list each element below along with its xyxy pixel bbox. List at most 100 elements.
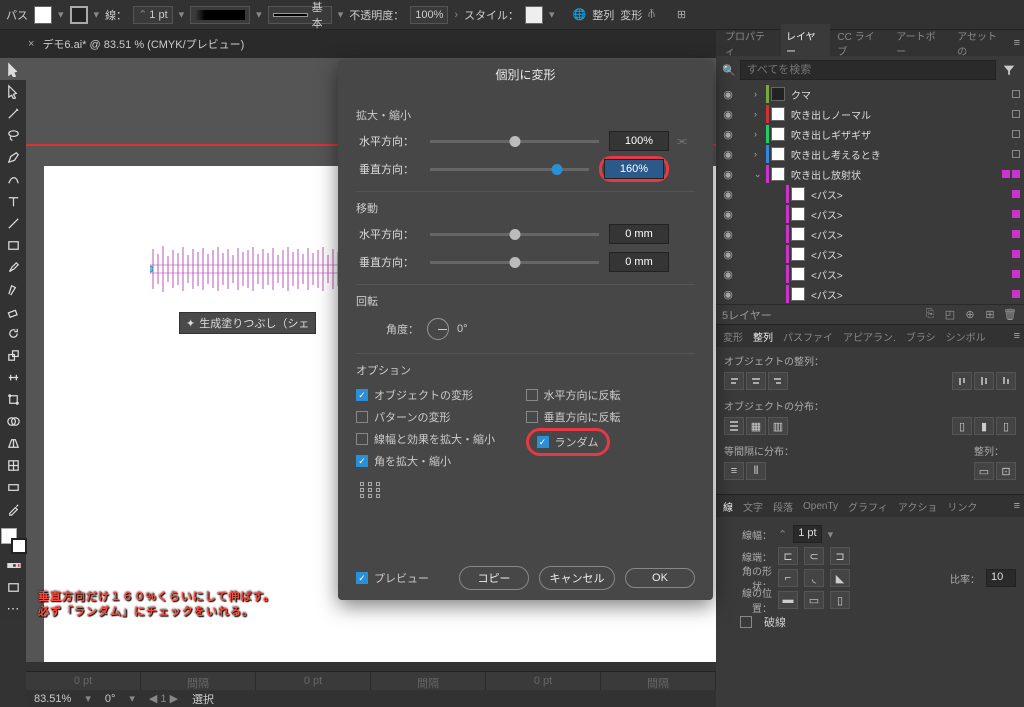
align-stroke-inside-icon[interactable]: ▭ [804, 591, 824, 609]
layer-row[interactable]: ◉›吹き出しギザギザ [716, 124, 1024, 144]
layer-search-input[interactable] [740, 60, 996, 80]
move-v-slider[interactable] [430, 261, 599, 264]
miter-ratio-value[interactable]: 10 [986, 569, 1016, 587]
pen-tool[interactable] [0, 146, 26, 168]
new-layer-icon[interactable]: ⊞ [982, 308, 998, 321]
line-tool[interactable] [0, 212, 26, 234]
width-tool[interactable] [0, 366, 26, 388]
free-transform-tool[interactable] [0, 388, 26, 410]
edit-toolbar[interactable]: ⋯ [0, 598, 26, 620]
align-stroke-outside-icon[interactable]: ▯ [830, 591, 850, 609]
tab-graphic-styles[interactable]: グラフィ [845, 497, 891, 516]
move-v-value[interactable]: 0 mm [609, 252, 669, 272]
mesh-tool[interactable] [0, 454, 26, 476]
align-link[interactable]: 整列 [592, 7, 614, 23]
color-mode[interactable] [0, 554, 26, 576]
opt-flip-h[interactable]: 水平方向に反転 [526, 384, 696, 406]
direct-select-tool[interactable] [0, 80, 26, 102]
dist-hcenter-icon[interactable]: ▮ [974, 417, 994, 435]
opt-transform-patterns[interactable]: パターンの変形 [356, 406, 526, 428]
prefs-icon[interactable]: ⊞ [677, 8, 686, 21]
transform-link[interactable]: 変形 [620, 7, 642, 23]
tab-layers[interactable]: レイヤー [781, 24, 830, 62]
cap-proj-icon[interactable]: ⊐ [830, 547, 850, 565]
tab-paragraph[interactable]: 段落 [770, 497, 796, 516]
fill-swatch[interactable] [34, 6, 52, 24]
reference-point[interactable] [360, 482, 695, 498]
new-sublayer-icon[interactable]: ⊕ [962, 308, 978, 321]
selection-tool[interactable] [0, 58, 26, 80]
tab-asset-export[interactable]: アセットの [952, 24, 1011, 62]
style-swatch[interactable] [525, 6, 543, 24]
align-right-icon[interactable] [768, 372, 788, 390]
isolate-icon[interactable]: ⫚ [648, 8, 655, 21]
layer-row[interactable]: ◉›吹き出しノーマル [716, 104, 1024, 124]
tab-close-icon[interactable]: × [28, 38, 34, 50]
perspective-tool[interactable] [0, 432, 26, 454]
dist-right-icon[interactable]: ▯ [996, 417, 1016, 435]
join-round-icon[interactable]: ◟ [804, 569, 824, 587]
rotate-value[interactable]: 0° [105, 693, 116, 705]
join-bevel-icon[interactable]: ◣ [830, 569, 850, 587]
stroke-weight-select[interactable]: ⌃1 pt [133, 6, 173, 24]
eraser-tool[interactable] [0, 300, 26, 322]
cap-round-icon[interactable]: ⊂ [804, 547, 824, 565]
context-taskbar[interactable]: ✦ 生成塗りつぶし（シェ [179, 312, 316, 334]
tab-symbols[interactable]: シンボル [943, 327, 989, 346]
tab-stroke[interactable]: 線 [720, 497, 736, 516]
eyedropper-tool[interactable] [0, 498, 26, 520]
clip-mask-icon[interactable]: ◰ [942, 308, 958, 321]
tab-brushes[interactable]: ブラシ [903, 327, 939, 346]
align-stroke-center-icon[interactable]: ▬ [778, 591, 798, 609]
artboard-nav[interactable]: ◀ 1 ▶ [149, 692, 178, 705]
panel-menu-icon[interactable]: ≡ [1014, 37, 1020, 49]
layer-row[interactable]: ◉⌄吹き出し放射状 [716, 164, 1024, 184]
brush-def[interactable]: 基本 [268, 6, 332, 24]
brush-tool[interactable] [0, 256, 26, 278]
zoom-value[interactable]: 83.51% [34, 693, 71, 705]
copy-button[interactable]: コピー [459, 566, 529, 590]
dist-space-h-icon[interactable]: ⦀ [746, 462, 766, 480]
ok-button[interactable]: OK [625, 568, 695, 588]
align-hcenter-icon[interactable] [746, 372, 766, 390]
scale-v-value[interactable]: 160% [604, 159, 664, 179]
align-left-icon[interactable] [724, 372, 744, 390]
magic-wand-tool[interactable] [0, 102, 26, 124]
document-tab[interactable]: デモ6.ai* @ 83.51 % (CMYK/プレビュー) [42, 36, 244, 52]
dist-bottom-icon[interactable]: ▥ [768, 417, 788, 435]
panel-menu-icon[interactable]: ≡ [1014, 330, 1020, 342]
stroke-swatch[interactable] [70, 6, 88, 24]
dist-left-icon[interactable]: ▯ [952, 417, 972, 435]
move-h-value[interactable]: 0 mm [609, 224, 669, 244]
dashed-checkbox[interactable] [740, 616, 752, 628]
sublayer-row[interactable]: ◉<パス> [716, 224, 1024, 244]
cap-butt-icon[interactable]: ⊏ [778, 547, 798, 565]
scale-tool[interactable] [0, 344, 26, 366]
tab-actions[interactable]: アクショ [895, 497, 941, 516]
join-miter-icon[interactable]: ⌐ [778, 569, 798, 587]
opt-transform-objects[interactable]: ✓オブジェクトの変形 [356, 384, 526, 406]
tab-transform[interactable]: 変形 [720, 327, 746, 346]
dist-space-v-icon[interactable]: ≡ [724, 462, 744, 480]
tab-pathfinder[interactable]: パスファイ [780, 327, 836, 346]
dist-top-icon[interactable] [724, 417, 744, 435]
locate-icon[interactable]: ⎘ [922, 308, 938, 321]
shape-builder-tool[interactable] [0, 410, 26, 432]
sublayer-row[interactable]: ◉<パス> [716, 264, 1024, 284]
sublayer-row[interactable]: ◉<パス> [716, 204, 1024, 224]
angle-dial[interactable] [427, 318, 449, 340]
type-tool[interactable] [0, 190, 26, 212]
sublayer-row[interactable]: ◉<パス> [716, 184, 1024, 204]
opt-scale-strokes[interactable]: 線幅と効果を拡大・縮小 [356, 428, 526, 450]
stroke-profile[interactable] [190, 6, 250, 24]
tab-align[interactable]: 整列 [750, 327, 776, 346]
preview-checkbox[interactable]: ✓プレビュー [356, 567, 429, 589]
tab-artboards[interactable]: アートボー [891, 24, 950, 62]
tab-opentype[interactable]: OpenTy [800, 499, 841, 514]
layer-row[interactable]: ◉›クマ [716, 84, 1024, 104]
link-icon[interactable]: ⫘ [669, 135, 695, 148]
opt-flip-v[interactable]: 垂直方向に反転 [526, 406, 696, 428]
tab-character[interactable]: 文字 [740, 497, 766, 516]
scale-h-slider[interactable] [430, 140, 599, 143]
screen-mode[interactable] [0, 576, 26, 598]
